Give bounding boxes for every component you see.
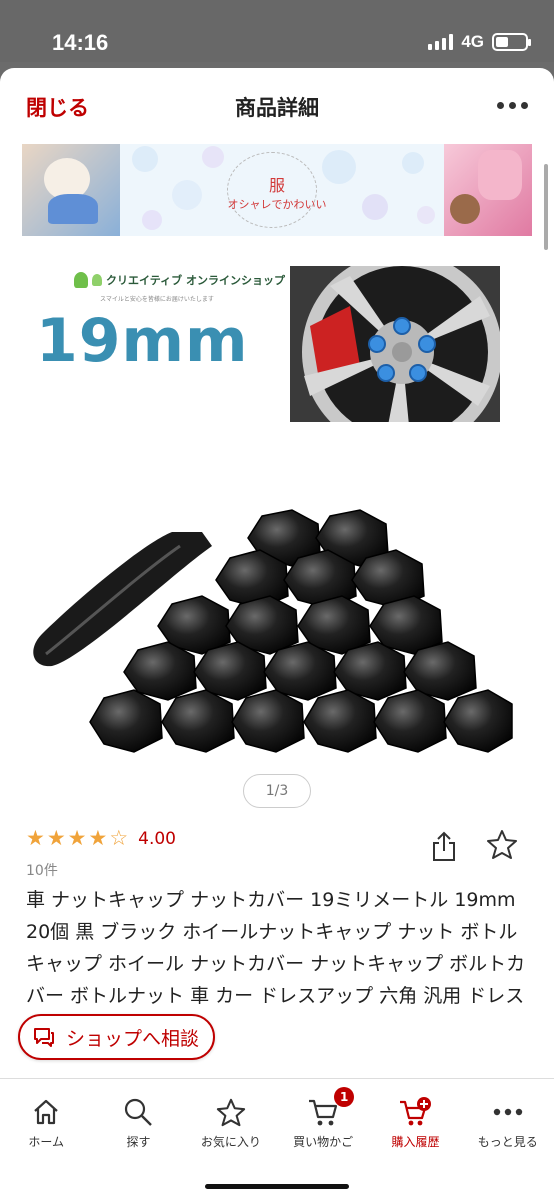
product-image[interactable]: クリエイティブ オンラインショップ スマイルと安心を皆様にお届けいたします 19… [22, 254, 532, 774]
signal-icon [428, 34, 454, 50]
chat-icon [34, 1028, 54, 1047]
status-bar: 14:16 4G [0, 0, 554, 62]
review-count[interactable]: 10件 [26, 860, 58, 880]
purchase-history-icon [398, 1095, 432, 1129]
banner-dog-photo-right [444, 144, 532, 236]
wheel-photo [290, 266, 500, 422]
header: 閉じる 商品詳細 [0, 68, 554, 146]
network-type: 4G [461, 32, 484, 51]
nut-caps-photo [33, 509, 513, 753]
tab-label: ホーム [28, 1135, 64, 1149]
home-icon [31, 1095, 61, 1129]
favorite-star-icon[interactable] [486, 828, 518, 864]
scrollbar[interactable] [544, 164, 548, 250]
tab-home[interactable]: ホーム [0, 1079, 92, 1168]
product-detail-sheet: 閉じる 商品詳細 服 オシャレでかわいい クリエイティブ オンラインショップ ス… [0, 68, 554, 1200]
rating-row[interactable]: ★ ★ ★ ★ ☆ 4.00 [26, 828, 176, 849]
tab-label: 購入履歴 [391, 1135, 440, 1149]
size-label: 19mm [36, 306, 249, 376]
tree-icon [74, 272, 88, 288]
status-time: 14:16 [52, 30, 109, 55]
tab-label: 探す [126, 1135, 151, 1149]
tab-search[interactable]: 探す [92, 1079, 184, 1168]
star-icon: ★ [26, 826, 45, 850]
share-icon[interactable] [430, 830, 458, 866]
more-options-icon[interactable] [497, 102, 528, 109]
home-indicator[interactable] [205, 1184, 349, 1189]
cart-badge: 1 [334, 1087, 355, 1107]
battery-icon [492, 33, 531, 51]
star-icon [216, 1095, 246, 1129]
tab-label: 買い物かご [293, 1135, 354, 1149]
star-icon: ★ [67, 826, 87, 850]
tab-cart[interactable]: 1 買い物かご [277, 1079, 369, 1168]
more-icon [492, 1095, 524, 1129]
consult-shop-button[interactable]: ショップへ相談 [18, 1014, 216, 1060]
rating-value: 4.00 [138, 828, 176, 849]
star-icon: ★ [88, 826, 108, 850]
tab-label: もっと見る [477, 1135, 538, 1149]
shop-tagline: スマイルと安心を皆様にお届けいたします [100, 296, 214, 303]
tree-icon [92, 274, 102, 286]
page-title: 商品詳細 [235, 96, 319, 120]
consult-label: ショップへ相談 [66, 1027, 200, 1050]
shop-banner[interactable]: 服 オシャレでかわいい [22, 144, 532, 236]
star-icon: ★ [46, 826, 66, 850]
search-icon [122, 1095, 154, 1129]
tab-favorites[interactable]: お気に入り [185, 1079, 277, 1168]
bottom-tab-bar: ホーム 探す お気に入り 1 買い物かご 購入履歴 もっと見る [0, 1078, 554, 1168]
status-indicators: 4G [428, 32, 531, 52]
tab-purchase-history[interactable]: 購入履歴 [369, 1079, 461, 1168]
tab-label: お気に入り [200, 1135, 261, 1149]
shop-name: クリエイティブ オンラインショップ [106, 274, 285, 287]
image-pager: 1/3 [243, 774, 311, 808]
star-outline-icon: ☆ [109, 826, 129, 850]
shop-logo: クリエイティブ オンラインショップ [74, 272, 285, 288]
tab-more[interactable]: もっと見る [462, 1079, 554, 1168]
